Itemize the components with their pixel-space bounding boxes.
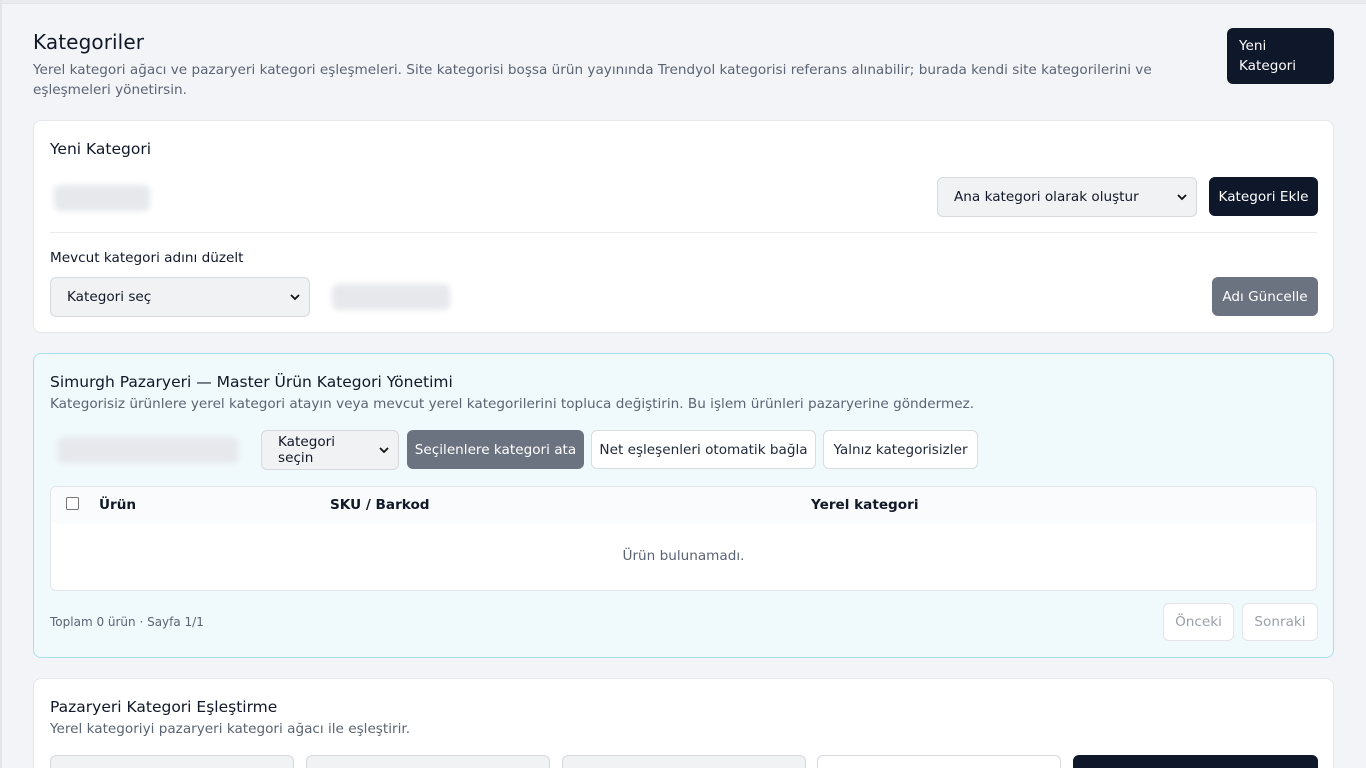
card-title: Simurgh Pazaryeri — Master Ürün Kategori… bbox=[50, 373, 453, 391]
new-category-button[interactable]: Yeni Kategori bbox=[1227, 28, 1334, 84]
marketplace-category-select[interactable] bbox=[562, 755, 806, 768]
divider bbox=[50, 232, 1317, 233]
products-table: Ürün SKU / Barkod Yerel kategori Ürün bu… bbox=[50, 486, 1317, 591]
new-category-name-input[interactable] bbox=[54, 185, 150, 211]
local-category-select[interactable] bbox=[306, 755, 550, 768]
category-select[interactable]: Kategori seçin bbox=[261, 430, 399, 470]
category-select-value: Kategori seçin bbox=[278, 434, 336, 466]
update-name-button[interactable]: Adı Güncelle bbox=[1212, 277, 1318, 316]
empty-message: Ürün bulunamadı. bbox=[622, 548, 745, 564]
top-bar bbox=[0, 0, 1366, 4]
save-mapping-button[interactable] bbox=[1073, 755, 1318, 768]
new-name-input[interactable] bbox=[332, 284, 450, 310]
parent-category-select[interactable]: Ana kategori olarak oluştur bbox=[937, 177, 1197, 217]
next-page-button[interactable]: Sonraki bbox=[1242, 603, 1318, 641]
prev-page-button[interactable]: Önceki bbox=[1163, 603, 1234, 641]
column-header-local-category: Yerel kategori bbox=[811, 497, 919, 513]
add-category-button[interactable]: Kategori Ekle bbox=[1209, 177, 1318, 216]
assign-category-button[interactable]: Seçilenlere kategori ata bbox=[407, 430, 584, 469]
category-select[interactable]: Kategori seç bbox=[50, 277, 310, 317]
table-header: Ürün SKU / Barkod Yerel kategori bbox=[51, 487, 1316, 523]
column-header-sku: SKU / Barkod bbox=[330, 497, 430, 513]
card-title: Yeni Kategori bbox=[50, 140, 152, 158]
category-select-value: Kategori seç bbox=[67, 289, 152, 305]
card-subtitle: Yerel kategoriyi pazaryeri kategori ağac… bbox=[50, 721, 411, 737]
chevron-down-icon bbox=[379, 447, 389, 454]
page-header: Kategoriler Yerel kategori ağacı ve paza… bbox=[33, 28, 1334, 98]
parent-category-select-value: Ana kategori olarak oluştur bbox=[954, 189, 1139, 205]
card-subtitle: Kategorisiz ürünlere yerel kategori atay… bbox=[50, 396, 975, 412]
page-title: Kategoriler bbox=[33, 30, 145, 54]
pagination-info: Toplam 0 ürün · Sayfa 1/1 bbox=[50, 615, 204, 629]
page-description: Yerel kategori ağacı ve pazaryeri katego… bbox=[33, 62, 1152, 98]
rename-label: Mevcut kategori adını düzelt bbox=[50, 250, 244, 266]
select-all-checkbox[interactable] bbox=[66, 497, 79, 510]
left-edge bbox=[0, 0, 2, 768]
marketplace-mapping-card: Pazaryeri Kategori Eşleştirme Yerel kate… bbox=[33, 678, 1334, 768]
auto-link-button[interactable]: Net eşleşenleri otomatik bağla bbox=[591, 430, 816, 469]
mapping-search-input[interactable] bbox=[817, 755, 1061, 768]
only-uncategorized-button[interactable]: Yalnız kategorisizler bbox=[823, 430, 978, 469]
new-category-card: Yeni Kategori Ana kategori olarak oluştu… bbox=[33, 120, 1334, 333]
chevron-down-icon bbox=[1177, 194, 1187, 201]
card-title: Pazaryeri Kategori Eşleştirme bbox=[50, 698, 278, 716]
column-header-product: Ürün bbox=[99, 497, 137, 513]
marketplace-select[interactable] bbox=[50, 755, 294, 768]
master-category-card: Simurgh Pazaryeri — Master Ürün Kategori… bbox=[33, 353, 1334, 658]
chevron-down-icon bbox=[290, 294, 300, 301]
product-search-input[interactable] bbox=[58, 437, 238, 463]
